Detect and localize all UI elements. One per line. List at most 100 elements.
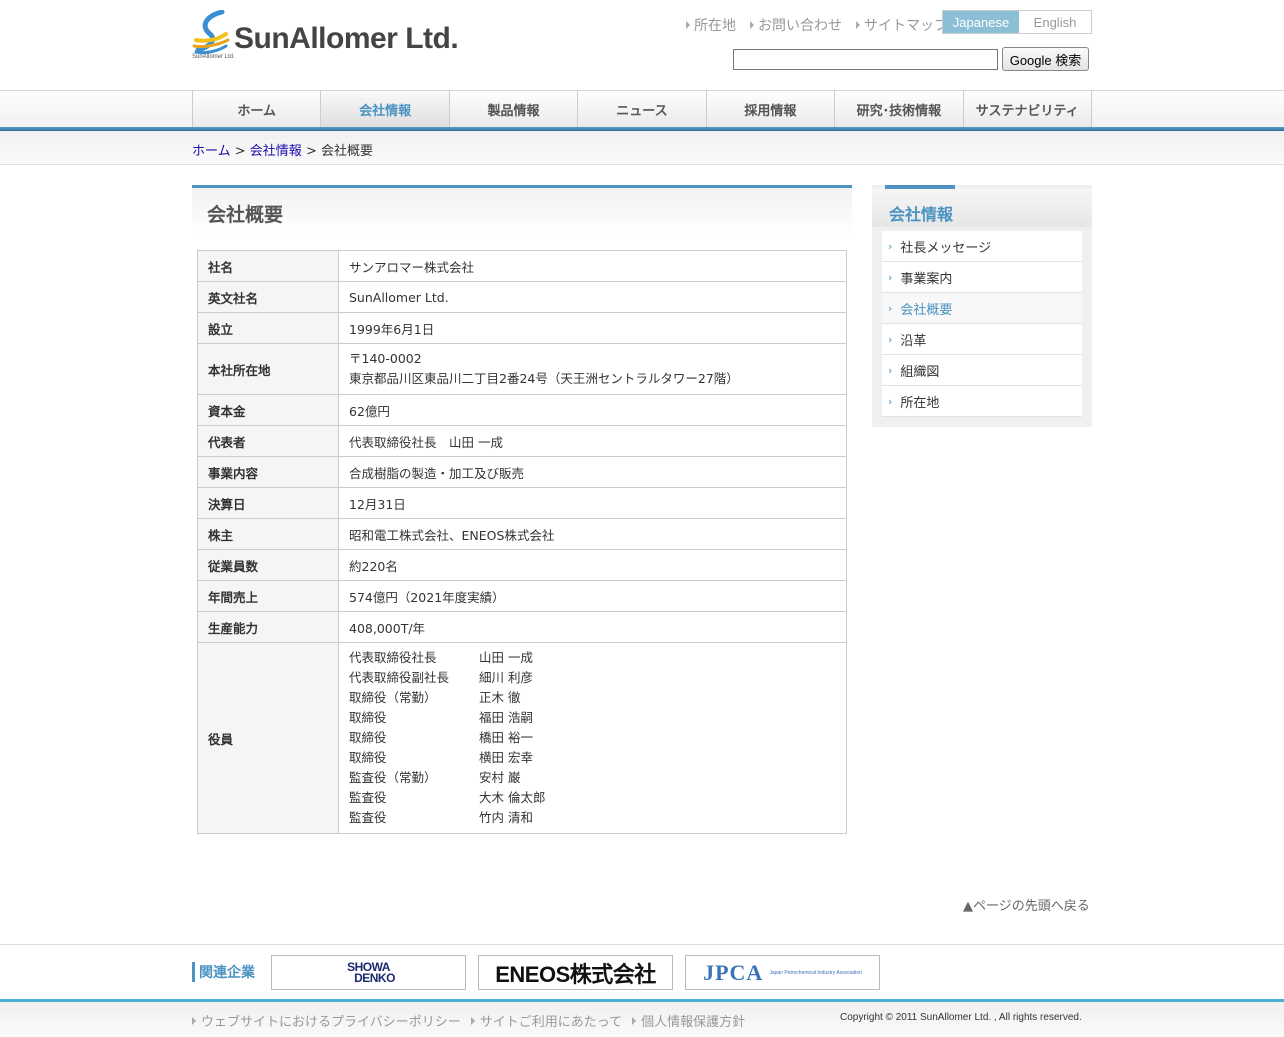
sidebar-item-business[interactable]: › 事業案内 bbox=[882, 262, 1082, 293]
sidebar-item-label: 社長メッセージ bbox=[900, 240, 992, 256]
row-label: 従業員数 bbox=[197, 549, 339, 581]
nav-home[interactable]: ホーム bbox=[193, 91, 322, 127]
arrow-right-icon bbox=[686, 21, 690, 29]
arrow-right-icon bbox=[856, 21, 860, 29]
nav-news[interactable]: ニュース bbox=[578, 91, 707, 127]
sidebar: 会社情報 › 社長メッセージ › 事業案内 › 会社概要 › 沿革 › 組織図 › 所在地 bbox=[872, 185, 1092, 427]
toplink-sitemap[interactable]: サイトマップ bbox=[856, 15, 948, 35]
language-switch: Japanese English bbox=[942, 10, 1092, 34]
table-row: 生産能力 408,000T/年 bbox=[197, 611, 847, 643]
toplink-location-label: 所在地 bbox=[694, 18, 736, 34]
officer-name: 山田 一成 bbox=[479, 650, 533, 665]
sidebar-item-company-overview[interactable]: › 会社概要 bbox=[882, 293, 1082, 324]
officer-name: 正木 徹 bbox=[479, 690, 521, 705]
officer-role: 代表取締役社長 bbox=[349, 650, 437, 665]
officers-list: 代表取締役社長 山田 一成 代表取締役副社長 細川 利彦 取締役（常勤） 正木 徹 取… bbox=[338, 642, 847, 834]
nav-sustainability[interactable]: サステナビリティ bbox=[963, 91, 1092, 127]
address-line: 東京都品川区東品川二丁目2番24号（天王洲セントラルタワー27階） bbox=[349, 371, 739, 386]
officer-name: 福田 浩嗣 bbox=[479, 710, 533, 725]
sidebar-header: 会社情報 bbox=[872, 189, 1092, 227]
sidebar-item-label: 沿革 bbox=[900, 333, 927, 349]
table-row: 資本金 62億円 bbox=[197, 394, 847, 426]
table-row: 役員 代表取締役社長 山田 一成 代表取締役副社長 細川 利彦 取締役（常勤） 正木 … bbox=[197, 642, 847, 834]
officer-name: 細川 利彦 bbox=[479, 670, 533, 685]
eneos-logo: ENEOS株式会社 bbox=[495, 961, 656, 987]
back-to-top-link[interactable]: ▲ページの先頭へ戻る bbox=[963, 895, 1090, 914]
nav-company[interactable]: 会社情報 bbox=[321, 91, 450, 127]
related-companies-label: 関連企業 bbox=[192, 962, 255, 982]
arrow-right-icon bbox=[750, 21, 754, 29]
row-value: 62億円 bbox=[338, 394, 847, 426]
officer-role: 取締役 bbox=[349, 730, 387, 745]
logo-text: SunAllomer Ltd. bbox=[234, 22, 459, 55]
breadcrumb-company[interactable]: 会社情報 bbox=[250, 144, 302, 159]
showa-denko-banner[interactable]: SHOWA DENKO bbox=[271, 955, 466, 990]
breadcrumb-separator: > bbox=[230, 144, 250, 159]
row-value: サンアロマー株式会社 bbox=[338, 250, 847, 282]
row-value: 約220名 bbox=[338, 549, 847, 581]
officer-entry: 取締役（常勤） 正木 徹 bbox=[349, 688, 836, 708]
row-value: SunAllomer Ltd. bbox=[338, 281, 847, 313]
table-row: 英文社名 SunAllomer Ltd. bbox=[197, 281, 847, 313]
jpca-banner[interactable]: JPCA Japan Petrochemical Industry Associ… bbox=[685, 955, 880, 990]
row-value: 408,000T/年 bbox=[338, 611, 847, 643]
google-search-button[interactable]: Google 検索 bbox=[1002, 47, 1089, 71]
row-label: 事業内容 bbox=[197, 456, 339, 488]
officer-name: 橋田 裕一 bbox=[479, 730, 533, 745]
toplink-contact-label: お問い合わせ bbox=[758, 18, 842, 34]
table-row: 社名 サンアロマー株式会社 bbox=[197, 250, 847, 282]
lang-japanese-button[interactable]: Japanese bbox=[943, 11, 1019, 33]
toplink-location[interactable]: 所在地 bbox=[686, 15, 736, 35]
sidebar-item-label: 組織図 bbox=[900, 364, 940, 380]
sidebar-item-location[interactable]: › 所在地 bbox=[882, 386, 1082, 417]
jpca-logo-text: JPCA bbox=[703, 959, 764, 985]
sidebar-item-history[interactable]: › 沿革 bbox=[882, 324, 1082, 355]
nav-research[interactable]: 研究･技術情報 bbox=[835, 91, 964, 127]
row-value: 昭和電工株式会社、ENEOS株式会社 bbox=[338, 518, 847, 550]
sidebar-item-organization[interactable]: › 組織図 bbox=[882, 355, 1082, 386]
table-row: 本社所在地 〒140-0002 東京都品川区東品川二丁目2番24号（天王洲セント… bbox=[197, 343, 847, 395]
row-label: 資本金 bbox=[197, 394, 339, 426]
footer-link-personal-info[interactable]: 個人情報保護方針 bbox=[632, 1011, 745, 1030]
breadcrumb-separator: > bbox=[301, 144, 321, 159]
eneos-banner[interactable]: ENEOS株式会社 bbox=[478, 955, 673, 990]
officer-entry: 監査役 竹内 清和 bbox=[349, 808, 836, 828]
footer-link-terms[interactable]: サイトご利用にあたって bbox=[470, 1011, 623, 1030]
logo[interactable]: SunAllomer Ltd. SunAllomer Ltd. bbox=[192, 10, 462, 64]
sidebar-item-president-message[interactable]: › 社長メッセージ bbox=[882, 231, 1082, 262]
company-info-table: 社名 サンアロマー株式会社 英文社名 SunAllomer Ltd. 設立 19… bbox=[197, 250, 847, 834]
officer-role: 取締役（常勤） bbox=[349, 690, 437, 705]
officer-role: 監査役 bbox=[349, 790, 387, 805]
logo-swirl-icon bbox=[192, 10, 230, 55]
officer-entry: 監査役 大木 倫太郎 bbox=[349, 788, 836, 808]
sidebar-item-label: 会社概要 bbox=[900, 302, 953, 318]
table-row: 事業内容 合成樹脂の製造・加工及び販売 bbox=[197, 456, 847, 488]
chevron-right-icon: › bbox=[888, 270, 893, 284]
lang-english-button[interactable]: English bbox=[1019, 11, 1091, 33]
officer-role: 監査役（常勤） bbox=[349, 770, 437, 785]
nav-products[interactable]: 製品情報 bbox=[449, 91, 579, 127]
officer-name: 大木 倫太郎 bbox=[479, 790, 546, 805]
row-value: 代表取締役社長 山田 一成 bbox=[338, 425, 847, 457]
toplink-sitemap-label: サイトマップ bbox=[864, 18, 948, 34]
officer-name: 竹内 清和 bbox=[479, 810, 533, 825]
sidebar-title: 会社情報 bbox=[889, 205, 954, 224]
sidebar-item-label: 所在地 bbox=[900, 395, 940, 411]
table-row: 年間売上 574億円（2021年度実績） bbox=[197, 580, 847, 612]
toplink-contact[interactable]: お問い合わせ bbox=[750, 15, 842, 35]
footer-link-label: サイトご利用にあたって bbox=[479, 1015, 623, 1030]
officer-name: 横田 宏幸 bbox=[479, 750, 533, 765]
officer-name: 安村 巌 bbox=[479, 770, 521, 785]
row-value: 〒140-0002 東京都品川区東品川二丁目2番24号（天王洲セントラルタワー2… bbox=[338, 343, 847, 395]
footer-links: ウェブサイトにおけるプライバシーポリシー サイトご利用にあたって 個人情報保護方… bbox=[192, 1011, 745, 1030]
search-input[interactable] bbox=[733, 49, 998, 70]
footer-link-privacy-policy[interactable]: ウェブサイトにおけるプライバシーポリシー bbox=[192, 1011, 461, 1030]
breadcrumb-home[interactable]: ホーム bbox=[192, 144, 231, 159]
breadcrumb: ホーム > 会社情報 > 会社概要 bbox=[192, 140, 373, 159]
nav-recruit[interactable]: 採用情報 bbox=[706, 91, 836, 127]
global-nav: ホーム 会社情報 製品情報 ニュース 採用情報 研究･技術情報 サステナビリティ bbox=[192, 91, 1092, 127]
officer-entry: 代表取締役社長 山田 一成 bbox=[349, 648, 836, 668]
address-block: 〒140-0002 東京都品川区東品川二丁目2番24号（天王洲セントラルタワー2… bbox=[349, 344, 836, 394]
officer-role: 監査役 bbox=[349, 810, 387, 825]
jpca-logo: JPCA Japan Petrochemical Industry Associ… bbox=[703, 960, 862, 986]
